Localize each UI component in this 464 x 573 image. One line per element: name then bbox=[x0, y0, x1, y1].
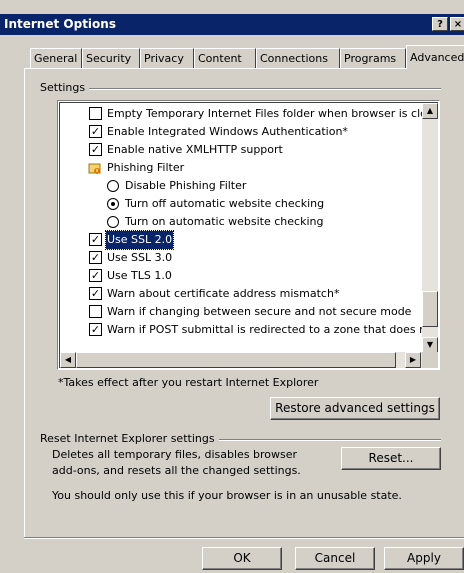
list-item-selected[interactable]: ✓ Use SSL 2.0 bbox=[60, 230, 430, 250]
setting-label: Warn if changing between secure and not … bbox=[107, 305, 412, 318]
horizontal-scrollbar[interactable]: ◀ ▶ bbox=[60, 352, 425, 368]
checkbox-checked[interactable]: ✓ bbox=[89, 323, 102, 336]
reset-description-line2: add-ons, and resets all the changed sett… bbox=[52, 464, 301, 477]
settings-list: Empty Temporary Internet Files folder wh… bbox=[59, 102, 438, 368]
window-title: Internet Options bbox=[4, 17, 116, 31]
scroll-corner bbox=[422, 352, 438, 368]
tab-security[interactable]: Security bbox=[82, 48, 140, 68]
tab-advanced[interactable]: Advanced bbox=[406, 45, 464, 69]
reset-warning: You should only use this if your browser… bbox=[52, 489, 402, 502]
list-item[interactable]: ✓ Enable Integrated Windows Authenticati… bbox=[60, 123, 430, 141]
cancel-button[interactable]: Cancel bbox=[295, 547, 375, 570]
restart-note: *Takes effect after you restart Internet… bbox=[58, 376, 319, 389]
setting-label: Enable native XMLHTTP support bbox=[107, 143, 283, 156]
settings-listbox[interactable]: Empty Temporary Internet Files folder wh… bbox=[57, 100, 440, 370]
list-item[interactable]: Disable Phishing Filter bbox=[60, 177, 430, 195]
checkbox-checked[interactable]: ✓ bbox=[89, 125, 102, 138]
restore-advanced-settings-button[interactable]: Restore advanced settings bbox=[270, 397, 440, 420]
reset-button[interactable]: Reset... bbox=[341, 447, 441, 470]
category-label: Phishing Filter bbox=[107, 161, 185, 174]
list-item[interactable]: ✓ Use TLS 1.0 bbox=[60, 267, 430, 285]
list-item[interactable]: ✓ Use SSL 3.0 bbox=[60, 249, 430, 267]
checkbox-checked[interactable]: ✓ bbox=[89, 143, 102, 156]
checkbox-checked[interactable]: ✓ bbox=[89, 233, 102, 246]
settings-group-border bbox=[36, 88, 441, 90]
list-item[interactable]: Warn if changing between secure and not … bbox=[60, 303, 430, 321]
list-item[interactable]: Turn off automatic website checking bbox=[60, 195, 430, 213]
lock-icon bbox=[88, 163, 101, 174]
checkbox[interactable] bbox=[89, 107, 102, 120]
list-item[interactable]: ✓ Warn if POST submittal is redirected t… bbox=[60, 321, 430, 339]
setting-label: Turn on automatic website checking bbox=[125, 215, 324, 228]
setting-label: Use TLS 1.0 bbox=[107, 269, 172, 282]
category-item: Phishing Filter bbox=[60, 159, 430, 177]
scroll-down-icon[interactable]: ▼ bbox=[422, 337, 438, 353]
list-item[interactable]: Turn on automatic website checking bbox=[60, 213, 430, 231]
checkbox-checked[interactable]: ✓ bbox=[89, 251, 102, 264]
tab-content[interactable]: Content bbox=[194, 48, 256, 68]
horizontal-scroll-thumb[interactable] bbox=[76, 352, 396, 368]
reset-group-label: Reset Internet Explorer settings bbox=[36, 432, 219, 445]
ok-button[interactable]: OK bbox=[202, 547, 282, 570]
apply-button[interactable]: Apply bbox=[384, 547, 464, 570]
radio-button-selected[interactable] bbox=[107, 198, 119, 210]
reset-description-line1: Deletes all temporary files, disables br… bbox=[52, 448, 298, 461]
radio-button[interactable] bbox=[107, 180, 119, 192]
scroll-up-icon[interactable]: ▲ bbox=[422, 103, 438, 119]
setting-label: Turn off automatic website checking bbox=[125, 197, 325, 210]
help-button[interactable]: ? bbox=[432, 17, 448, 31]
setting-label: Warn about certificate address mismatch* bbox=[107, 287, 340, 300]
internet-options-window: Internet Options ? × General Security Pr… bbox=[0, 0, 464, 573]
list-item[interactable]: ✓ Enable native XMLHTTP support bbox=[60, 141, 430, 159]
setting-label: Empty Temporary Internet Files folder wh… bbox=[107, 107, 427, 120]
setting-label: Enable Integrated Windows Authentication… bbox=[107, 125, 348, 138]
tab-general[interactable]: General bbox=[30, 48, 82, 68]
setting-label: Disable Phishing Filter bbox=[125, 179, 247, 192]
title-bar[interactable]: Internet Options ? × bbox=[0, 14, 464, 35]
radio-button[interactable] bbox=[107, 216, 119, 228]
setting-label: Use SSL 2.0 bbox=[104, 230, 175, 250]
panel-bottom-border bbox=[24, 537, 464, 539]
setting-label: Warn if POST submittal is redirected to … bbox=[107, 323, 427, 336]
checkbox[interactable] bbox=[89, 305, 102, 318]
settings-group-label: Settings bbox=[36, 81, 90, 94]
vertical-scrollbar[interactable]: ▲ ▼ bbox=[422, 103, 438, 353]
close-button[interactable]: × bbox=[450, 17, 464, 31]
list-item[interactable]: Empty Temporary Internet Files folder wh… bbox=[60, 105, 430, 123]
setting-label: Use SSL 3.0 bbox=[107, 251, 173, 264]
checkbox-checked[interactable]: ✓ bbox=[89, 287, 102, 300]
tab-connections[interactable]: Connections bbox=[256, 48, 340, 68]
vertical-scroll-thumb[interactable] bbox=[422, 291, 438, 327]
tab-programs[interactable]: Programs bbox=[340, 48, 406, 68]
list-item[interactable]: ✓ Warn about certificate address mismatc… bbox=[60, 285, 430, 303]
scroll-left-icon[interactable]: ◀ bbox=[60, 352, 76, 368]
tab-privacy[interactable]: Privacy bbox=[140, 48, 194, 68]
scroll-right-icon[interactable]: ▶ bbox=[405, 352, 421, 368]
checkbox-checked[interactable]: ✓ bbox=[89, 269, 102, 282]
